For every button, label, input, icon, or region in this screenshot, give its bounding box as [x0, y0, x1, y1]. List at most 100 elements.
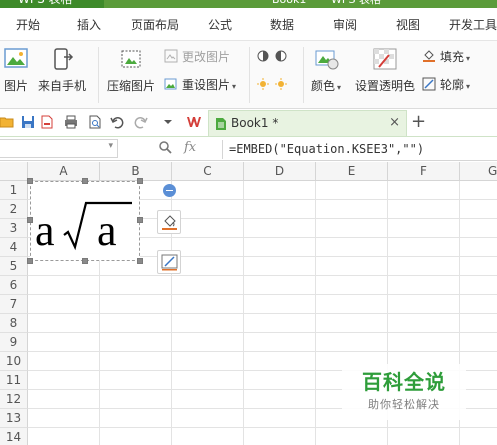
title-tab-wps[interactable]: WPS 表格	[331, 0, 381, 8]
outline-button[interactable]: 轮廓 ▾	[422, 77, 470, 93]
row-header-7[interactable]: 7	[0, 295, 28, 314]
outline-icon	[422, 77, 436, 91]
menu-home[interactable]: 开始	[16, 16, 40, 34]
equation-object[interactable]: a a	[30, 181, 140, 261]
reset-picture-icon	[164, 78, 177, 90]
color-button[interactable]: 颜色 ▾	[308, 45, 344, 95]
float-outline-button[interactable]	[157, 250, 181, 274]
menu-page-layout[interactable]: 页面布局	[131, 16, 179, 34]
grid-line	[243, 181, 244, 445]
tab-book1-label: Book1 *	[231, 116, 279, 130]
fill-button[interactable]: 填充 ▾	[422, 49, 470, 65]
row-header-13[interactable]: 13	[0, 409, 28, 428]
collapse-icon[interactable]	[163, 184, 176, 197]
select-all-corner[interactable]	[0, 162, 28, 181]
resize-handle[interactable]	[82, 258, 88, 264]
row-header-2[interactable]: 2	[0, 200, 28, 219]
from-phone-button[interactable]: 来自手机	[38, 45, 86, 93]
print-icon[interactable]	[64, 115, 78, 129]
formula-bar: ▾ fx =EMBED("Equation.KSEE3","")	[0, 137, 497, 161]
resize-handle[interactable]	[137, 258, 143, 264]
column-header-f[interactable]: F	[388, 162, 460, 181]
change-picture-icon	[164, 49, 178, 63]
tab-book1[interactable]: Book1 * ×	[208, 110, 407, 136]
brightness-buttons[interactable]	[257, 49, 295, 65]
menu-review[interactable]: 审阅	[333, 16, 357, 34]
new-tab-button[interactable]: +	[411, 111, 426, 133]
color-label: 颜色 ▾	[310, 79, 342, 93]
column-header-e[interactable]: E	[316, 162, 388, 181]
sun-buttons[interactable]	[257, 77, 295, 93]
customize-dropdown-icon[interactable]	[161, 115, 175, 129]
transparent-color-icon	[373, 48, 397, 70]
compress-picture-button[interactable]: 压缩图片	[106, 45, 156, 93]
row-header-4[interactable]: 4	[0, 238, 28, 257]
fill-bucket-icon	[162, 215, 177, 230]
export-pdf-icon[interactable]	[40, 115, 54, 129]
redo-icon[interactable]	[134, 115, 148, 129]
save-icon[interactable]	[21, 115, 35, 129]
reset-picture-button[interactable]: 重设图片 ▾	[164, 77, 236, 93]
from-phone-label: 来自手机	[38, 79, 87, 93]
equation-radicand: a	[97, 206, 117, 255]
equation-render: a a	[35, 201, 132, 255]
column-header-a[interactable]: A	[28, 162, 100, 181]
resize-handle[interactable]	[137, 178, 143, 184]
watermark-title: 百科全说	[362, 370, 446, 394]
picture-icon	[4, 48, 28, 68]
menu-formulas[interactable]: 公式	[208, 16, 232, 34]
change-picture-label: 更改图片	[182, 50, 231, 64]
row-header-5[interactable]: 5	[0, 257, 28, 276]
set-transparent-button[interactable]: 设置透明色	[355, 45, 415, 93]
resize-handle[interactable]	[27, 178, 33, 184]
change-picture-button[interactable]: 更改图片	[164, 49, 230, 65]
column-header-c[interactable]: C	[172, 162, 244, 181]
column-header-d[interactable]: D	[244, 162, 316, 181]
menu-data[interactable]: 数据	[270, 16, 294, 34]
phone-icon	[54, 48, 74, 70]
formula-input[interactable]: =EMBED("Equation.KSEE3","")	[222, 140, 497, 159]
row-header-6[interactable]: 6	[0, 276, 28, 295]
picture-button[interactable]: 图片	[2, 45, 30, 93]
brightness-contrast-icon	[257, 50, 287, 62]
row-header-10[interactable]: 10	[0, 352, 28, 371]
chevron-down-icon: ▾	[232, 82, 237, 91]
watermark: 百科全说 助你轻松解决	[342, 364, 466, 420]
row-header-9[interactable]: 9	[0, 333, 28, 352]
resize-handle[interactable]	[27, 258, 33, 264]
row-header-12[interactable]: 12	[0, 390, 28, 409]
ribbon-toolbar: 图片 来自手机 压缩图片 更改图片 重设图片 ▾ 颜色 ▾ 设置透明色 填充 ▾…	[0, 41, 497, 109]
grid-line	[315, 181, 316, 445]
resize-handle[interactable]	[82, 178, 88, 184]
picture-label: 图片	[3, 79, 28, 93]
title-tab-book1[interactable]: Book1	[272, 0, 306, 8]
menu-developer[interactable]: 开发工具	[449, 16, 497, 34]
watermark-subtitle: 助你轻松解决	[368, 398, 440, 411]
row-header-3[interactable]: 3	[0, 219, 28, 238]
menu-insert[interactable]: 插入	[77, 16, 101, 34]
row-header-1[interactable]: 1	[0, 181, 28, 200]
ribbon-separator	[249, 47, 250, 103]
equation-base: a	[35, 206, 55, 255]
resize-handle[interactable]	[27, 217, 33, 223]
row-header-11[interactable]: 11	[0, 371, 28, 390]
insert-function-button[interactable]: fx	[184, 140, 196, 155]
row-header-14[interactable]: 14	[0, 428, 28, 445]
row-header-8[interactable]: 8	[0, 314, 28, 333]
column-header-b[interactable]: B	[100, 162, 172, 181]
menu-view[interactable]: 视图	[396, 16, 420, 34]
zoom-search-icon[interactable]	[158, 140, 172, 154]
open-folder-icon[interactable]	[0, 115, 14, 129]
float-fill-button[interactable]	[157, 210, 181, 234]
name-box[interactable]: ▾	[0, 139, 118, 158]
chevron-down-icon: ▾	[466, 82, 471, 91]
resize-handle[interactable]	[137, 217, 143, 223]
print-preview-icon[interactable]	[88, 115, 102, 129]
outline-label: 轮廓	[440, 78, 465, 92]
undo-icon[interactable]	[110, 115, 124, 129]
close-icon[interactable]: ×	[389, 115, 400, 130]
chevron-down-icon[interactable]: ▾	[108, 141, 113, 151]
menu-bar: 开始 插入 页面布局 公式 数据 审阅 视图 开发工具	[0, 8, 497, 41]
column-header-g[interactable]: G	[460, 162, 497, 181]
app-title[interactable]: WPS 表格	[0, 0, 104, 8]
